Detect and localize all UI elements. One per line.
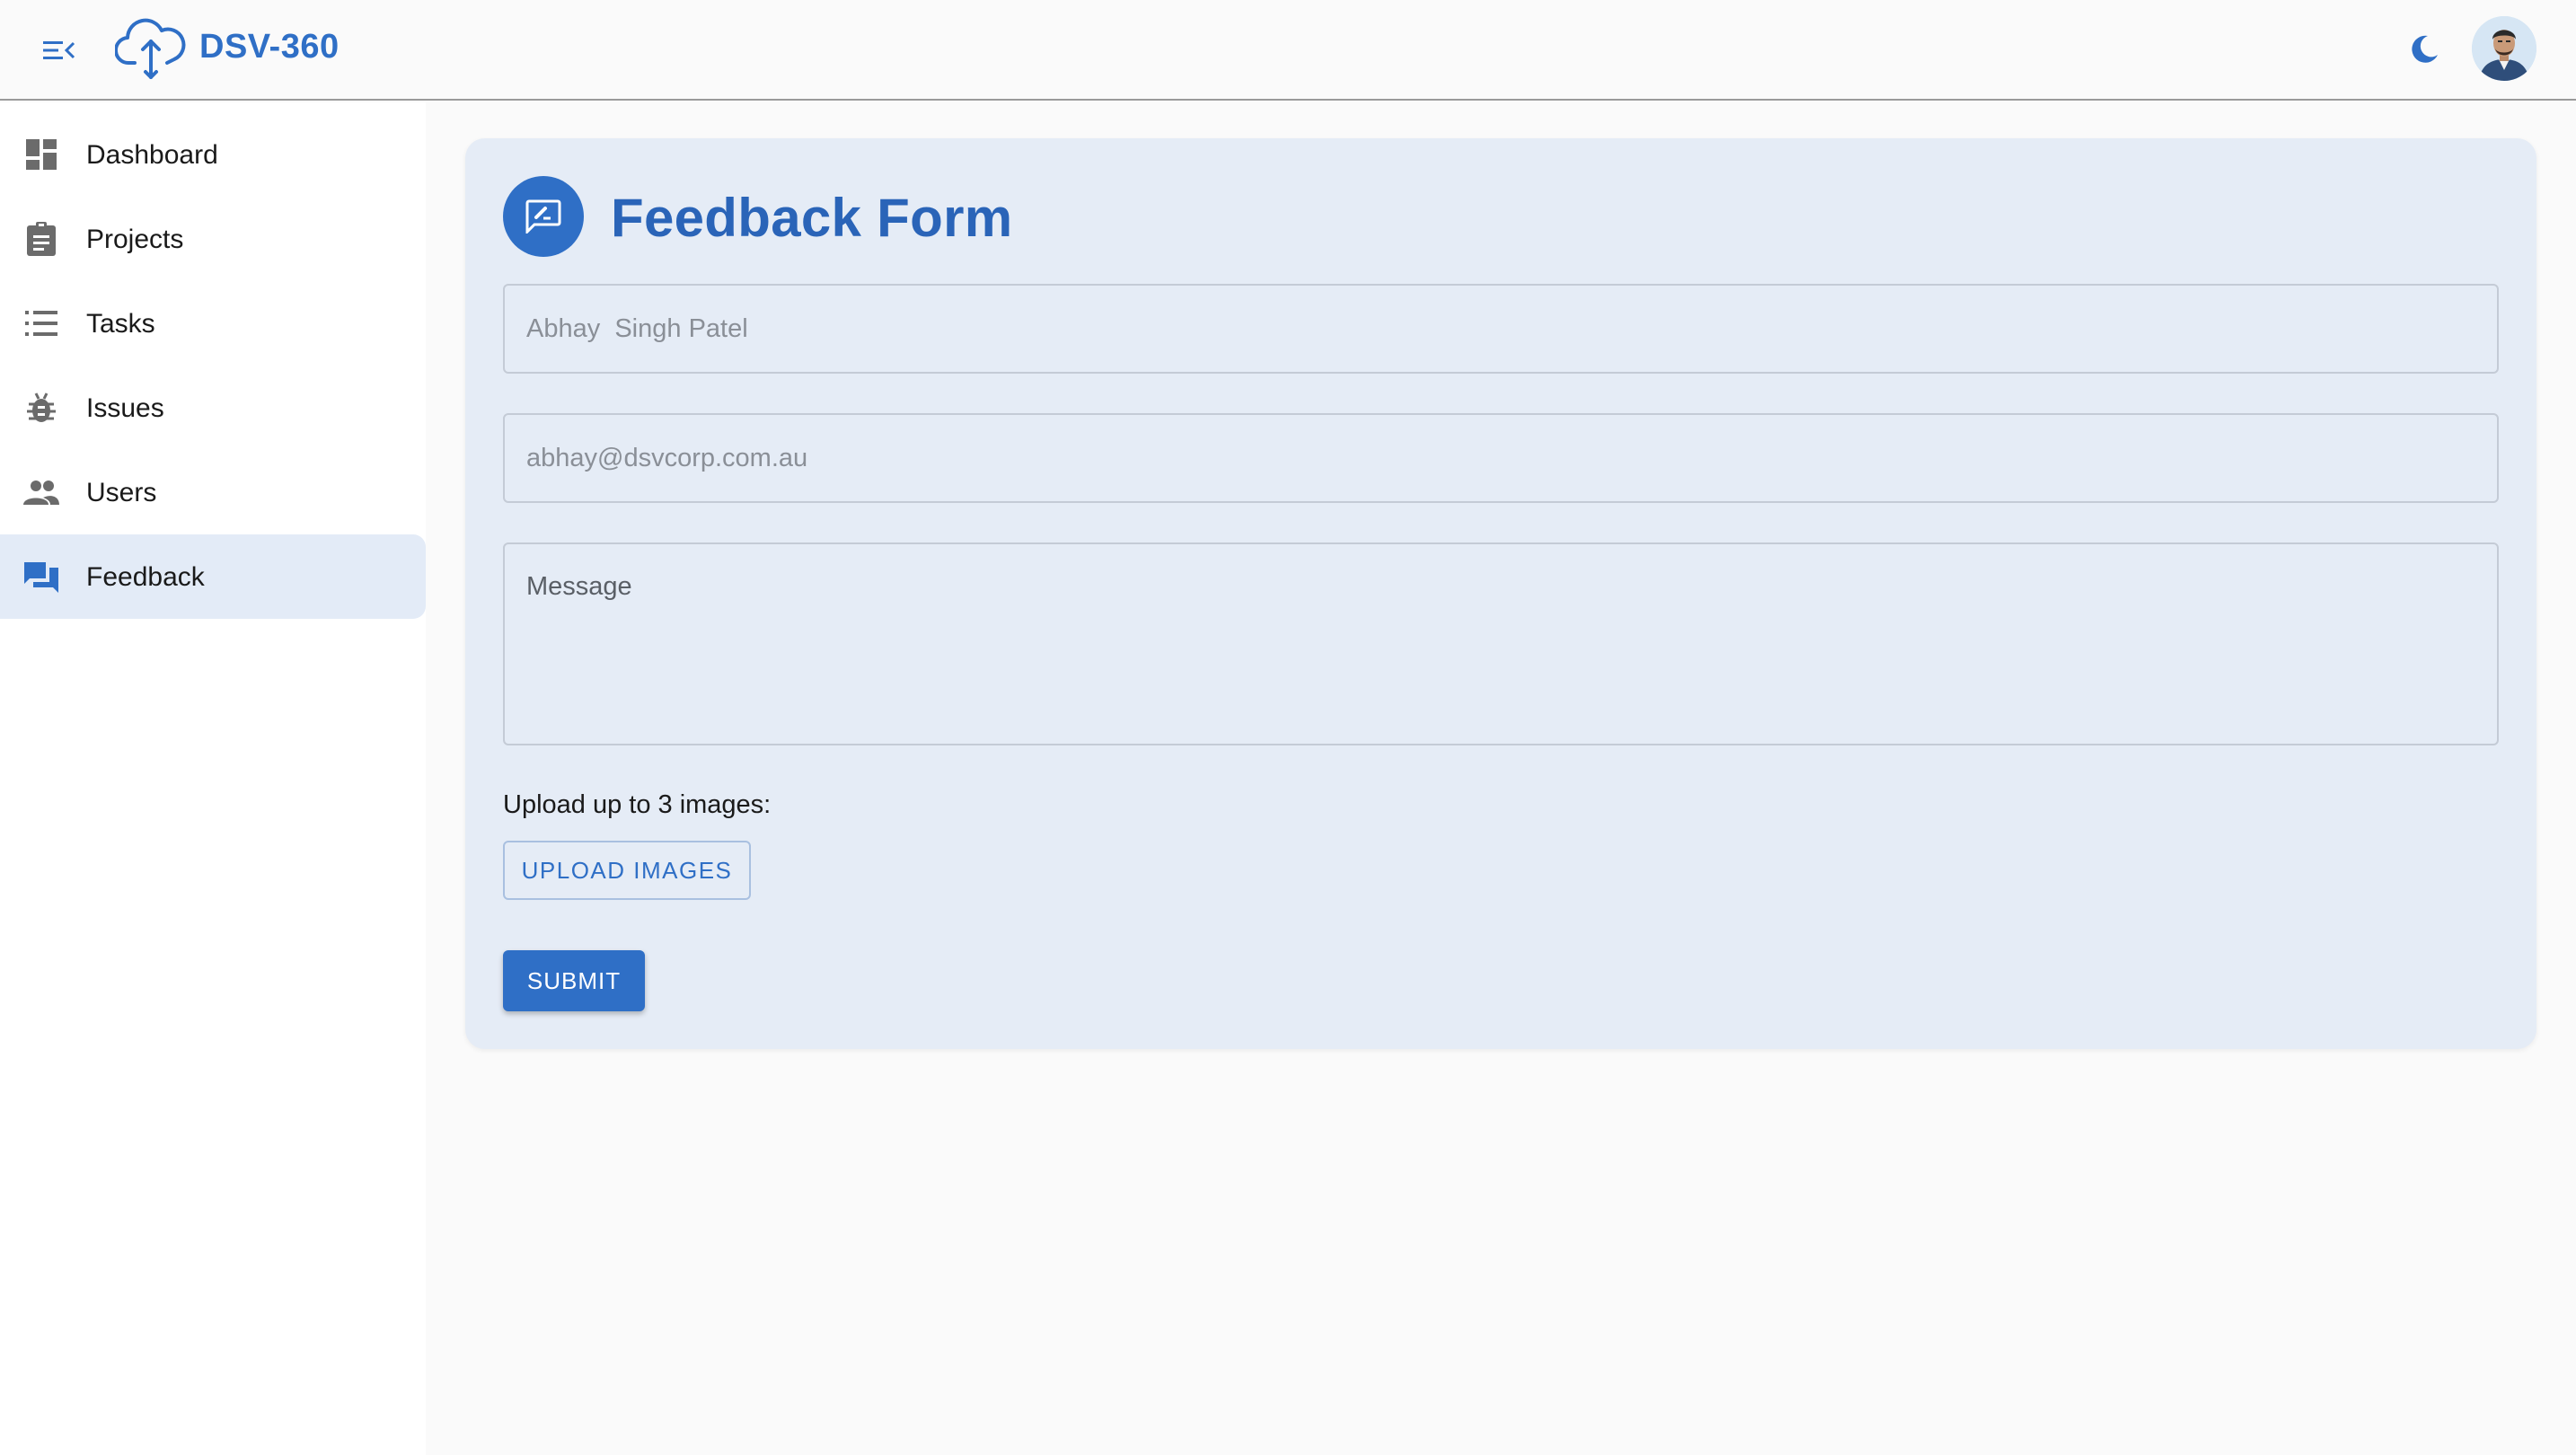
- users-icon: [23, 474, 59, 510]
- sidebar-item-label: Dashboard: [86, 140, 218, 170]
- cloud-upload-logo-icon: [113, 14, 187, 83]
- sidebar-item-projects[interactable]: Projects: [0, 197, 426, 281]
- sidebar-item-label: Feedback: [86, 562, 205, 592]
- message-field[interactable]: [503, 542, 2499, 745]
- sidebar-item-dashboard[interactable]: Dashboard: [0, 112, 426, 197]
- feedback-icon: [23, 559, 59, 595]
- sidebar-item-label: Tasks: [86, 309, 155, 339]
- sidebar-item-label: Users: [86, 478, 157, 507]
- top-app-bar: DSV-360: [0, 0, 2576, 101]
- user-avatar[interactable]: [2472, 16, 2536, 81]
- page-title: Feedback Form: [611, 188, 1013, 248]
- list-icon: [23, 305, 59, 341]
- sidebar-item-label: Projects: [86, 225, 184, 254]
- upload-images-button[interactable]: UPLOAD IMAGES: [503, 841, 751, 900]
- email-field[interactable]: abhay@dsvcorp.com.au: [503, 413, 2499, 503]
- upload-label: Upload up to 3 images:: [503, 790, 772, 819]
- sidebar: Dashboard Projects Tasks Issues Users Fe…: [0, 102, 426, 1455]
- sidebar-item-tasks[interactable]: Tasks: [0, 281, 426, 366]
- brand-name[interactable]: DSV-360: [199, 28, 340, 66]
- bug-icon: [23, 390, 59, 426]
- sidebar-item-issues[interactable]: Issues: [0, 366, 426, 450]
- feedback-form-card: Feedback Form Abhay Singh Patel abhay@ds…: [465, 138, 2536, 1049]
- sidebar-item-feedback[interactable]: Feedback: [0, 534, 426, 619]
- sidebar-item-label: Issues: [86, 393, 164, 423]
- name-field[interactable]: Abhay Singh Patel: [503, 284, 2499, 374]
- feedback-edit-icon: [503, 176, 584, 257]
- submit-button[interactable]: SUBMIT: [503, 950, 645, 1011]
- clipboard-icon: [23, 221, 59, 257]
- dashboard-icon: [23, 137, 59, 172]
- sidebar-item-users[interactable]: Users: [0, 450, 426, 534]
- moon-icon[interactable]: [2404, 29, 2445, 70]
- menu-collapse-icon[interactable]: [40, 31, 79, 70]
